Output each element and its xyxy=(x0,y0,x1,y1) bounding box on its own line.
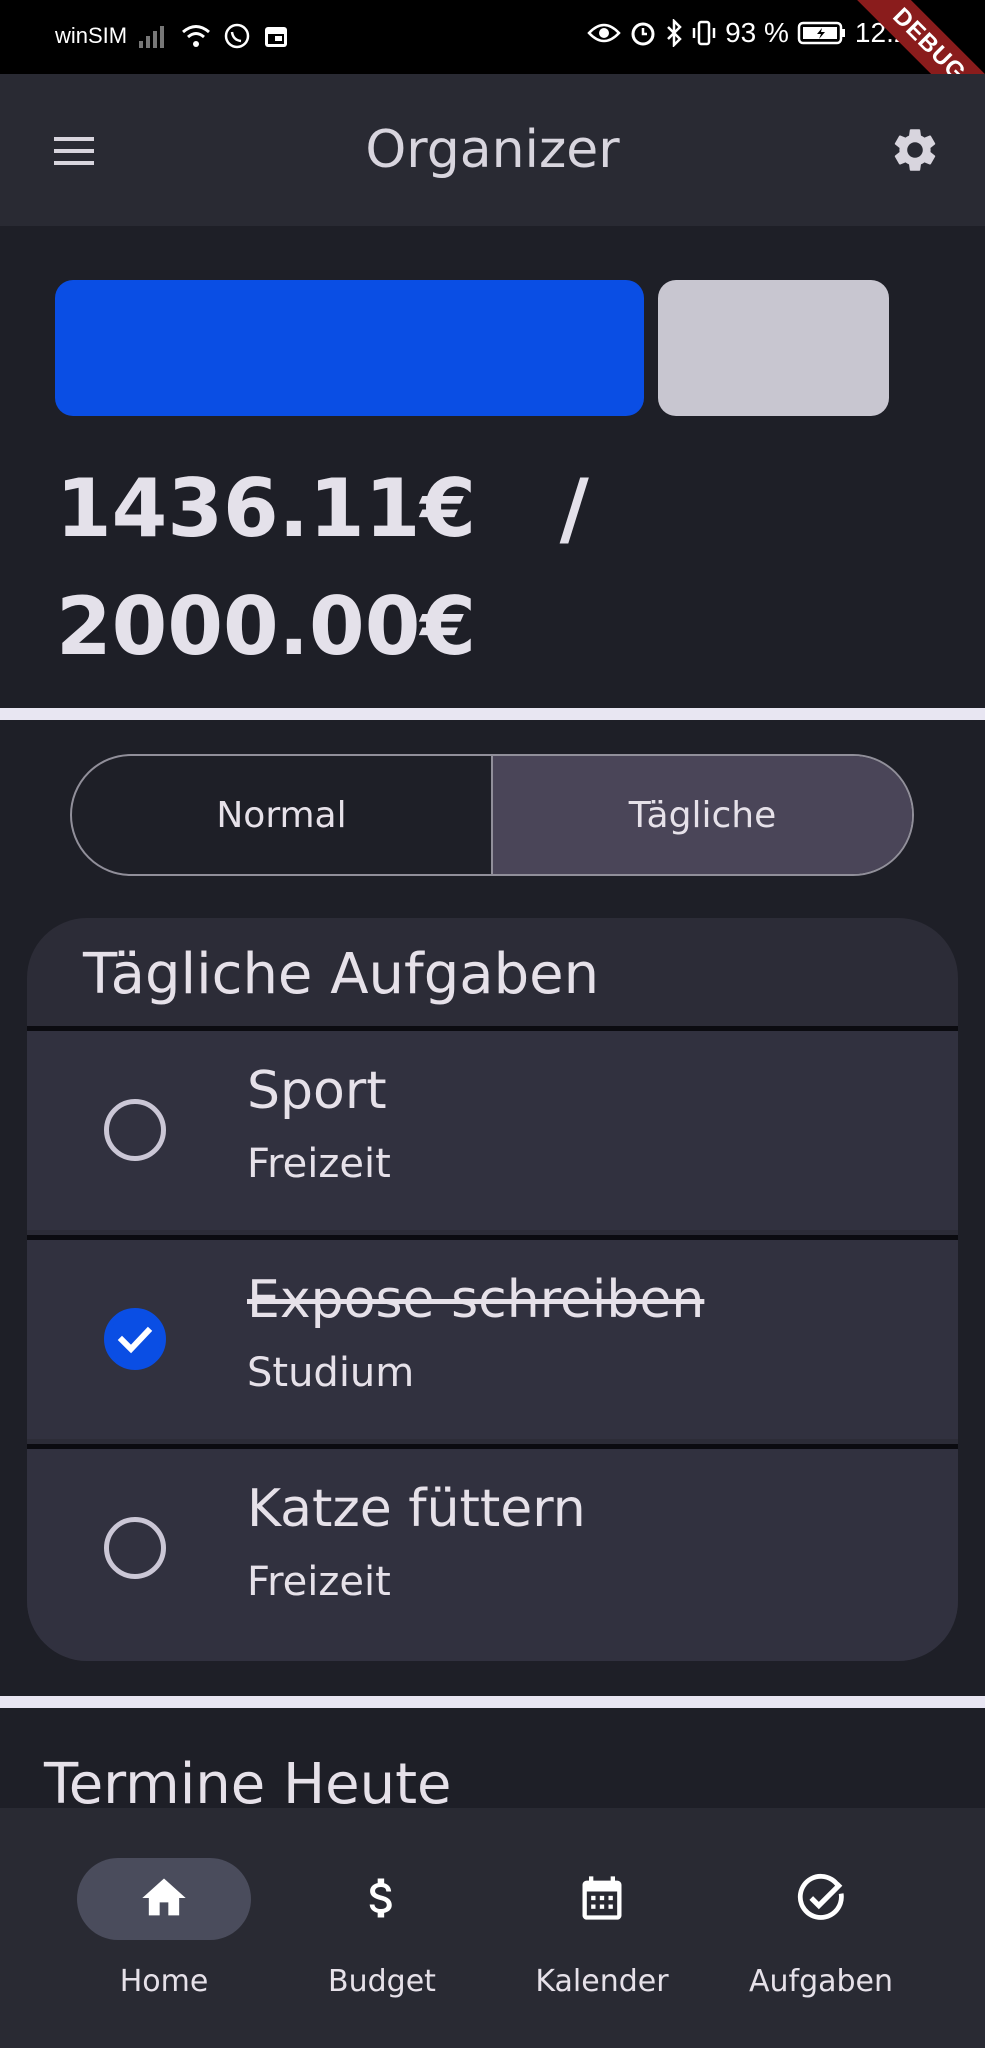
check-circle-icon xyxy=(711,1872,931,1924)
task-item[interactable]: Expose schreiben Studium xyxy=(27,1235,958,1439)
nav-label: Aufgaben xyxy=(748,1964,894,1999)
gear-icon[interactable] xyxy=(889,124,941,176)
nav-calendar[interactable]: Kalender xyxy=(492,1858,712,2008)
home-icon xyxy=(54,1872,274,1924)
budget-spent-bar xyxy=(55,280,644,416)
task-item[interactable]: Sport Freizeit xyxy=(27,1026,958,1230)
nav-budget[interactable]: Budget xyxy=(272,1858,492,2008)
appointments-section: Termine Heute xyxy=(0,1708,985,1817)
task-category: Freizeit xyxy=(247,1141,391,1187)
task-category: Studium xyxy=(247,1350,415,1396)
budget-summary: 1436.11€ / 2000.00€ xyxy=(0,226,985,708)
radio-unchecked-icon[interactable] xyxy=(104,1099,166,1161)
bluetooth-icon xyxy=(665,19,683,47)
whatsapp-icon xyxy=(223,22,251,50)
budget-amount: 1436.11€ / 2000.00€ xyxy=(56,450,756,686)
signal-icon xyxy=(139,24,169,48)
radio-unchecked-icon[interactable] xyxy=(104,1517,166,1579)
segment-normal[interactable]: Normal xyxy=(72,756,491,874)
page-title: Organizer xyxy=(365,120,620,180)
calendar-small-icon xyxy=(263,23,289,49)
task-title: Katze füttern xyxy=(247,1479,586,1539)
check-circle-filled-icon[interactable] xyxy=(104,1308,166,1370)
task-title: Sport xyxy=(247,1061,387,1121)
task-title: Expose schreiben xyxy=(247,1270,705,1330)
nav-home[interactable]: Home xyxy=(54,1858,274,2008)
battery-icon xyxy=(797,20,847,46)
budget-spent: 1436.11€ xyxy=(56,462,477,555)
dollar-icon xyxy=(272,1872,492,1924)
nav-tasks[interactable]: Aufgaben xyxy=(711,1858,931,2008)
nav-label: Budget xyxy=(328,1964,436,1999)
budget-separator: / xyxy=(559,462,589,555)
calendar-icon xyxy=(492,1872,712,1924)
budget-total: 2000.00€ xyxy=(56,580,477,673)
carrier-label: winSIM xyxy=(55,23,128,48)
card-title: Tägliche Aufgaben xyxy=(83,942,600,1007)
task-mode-toggle: Normal Tägliche xyxy=(70,754,914,876)
app-bar: Organizer xyxy=(0,74,985,226)
nav-label: Kalender xyxy=(535,1964,669,1999)
section-divider xyxy=(0,1696,985,1708)
battery-percent: 93 % xyxy=(725,17,789,48)
task-item[interactable]: Katze füttern Freizeit xyxy=(27,1444,958,1661)
bottom-navigation: Home Budget Kalender Aufgaben xyxy=(0,1808,985,2048)
task-category: Freizeit xyxy=(247,1559,391,1605)
vibrate-icon xyxy=(691,19,717,47)
eye-icon xyxy=(587,21,621,45)
segment-daily[interactable]: Tägliche xyxy=(491,756,912,874)
budget-remaining-bar xyxy=(658,280,889,416)
status-bar: winSIM 93 % 12:27 DEBUG xyxy=(0,0,985,144)
daily-tasks-card: Tägliche Aufgaben Sport Freizeit Expose … xyxy=(27,918,958,1661)
daily-tasks-section: Normal Tägliche Tägliche Aufgaben Sport … xyxy=(0,720,985,1696)
nav-label: Home xyxy=(119,1964,209,1999)
wifi-icon xyxy=(181,23,211,49)
section-divider xyxy=(0,708,985,720)
alarm-icon xyxy=(629,19,657,47)
